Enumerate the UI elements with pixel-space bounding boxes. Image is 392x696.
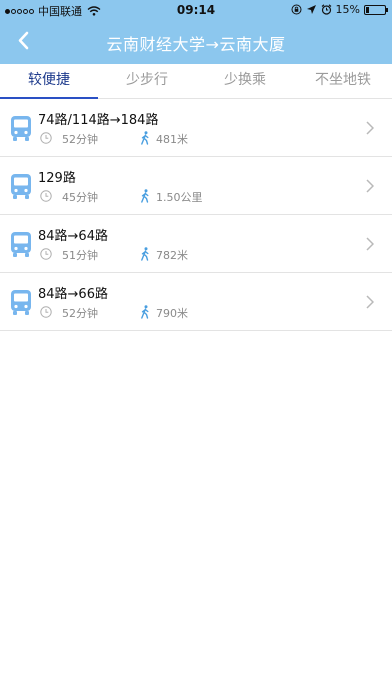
tab-fewer-transfers[interactable]: 少换乘 [196, 64, 294, 98]
clock-icon [40, 306, 52, 318]
route-name: 74路/114路→184路 [38, 113, 159, 128]
clock-icon [40, 248, 52, 260]
tab-no-subway[interactable]: 不坐地铁 [294, 64, 392, 98]
bus-icon [11, 290, 31, 315]
route-list: 74路/114路→184路 52分钟 481米 129路 45分钟 1.50公里… [0, 99, 392, 331]
route-walk-distance: 782米 [156, 249, 188, 262]
battery-fill [366, 6, 369, 13]
bus-icon [11, 116, 31, 141]
page-title: 云南财经大学→云南大厦 [106, 35, 286, 54]
bus-icon [11, 232, 31, 257]
route-walk-distance: 790米 [156, 307, 188, 320]
route-name: 84路→64路 [38, 229, 108, 244]
clock-icon [40, 132, 52, 144]
route-duration: 45分钟 [62, 191, 98, 204]
route-duration: 51分钟 [62, 249, 98, 262]
alarm-icon [321, 4, 331, 15]
walking-icon [141, 131, 149, 145]
clock-icon [40, 190, 52, 202]
route-row[interactable]: 84路→66路 52分钟 790米 [0, 273, 392, 331]
route-row[interactable]: 74路/114路→184路 52分钟 481米 [0, 99, 392, 157]
battery-icon [364, 4, 388, 15]
nav-bar: 云南财经大学→云南大厦 [0, 20, 392, 64]
header: 中国联通 09:14 15% 云南财经大学→云南大厦 [0, 0, 392, 64]
route-name: 84路→66路 [38, 287, 108, 302]
orientation-lock-icon [291, 4, 302, 15]
tab-label: 较便捷 [28, 72, 70, 88]
route-row[interactable]: 129路 45分钟 1.50公里 [0, 157, 392, 215]
chevron-right-icon [366, 179, 374, 193]
chevron-right-icon [366, 121, 374, 135]
walking-icon [141, 189, 149, 203]
tab-label: 不坐地铁 [315, 72, 371, 88]
tab-label: 少步行 [126, 72, 168, 88]
tab-convenient[interactable]: 较便捷 [0, 64, 98, 99]
route-row[interactable]: 84路→64路 51分钟 782米 [0, 215, 392, 273]
chevron-right-icon [366, 295, 374, 309]
tab-less-walking[interactable]: 少步行 [98, 64, 196, 98]
location-arrow-icon [306, 5, 316, 14]
status-bar: 中国联通 09:14 15% [0, 0, 392, 20]
chevron-right-icon [366, 237, 374, 251]
route-name: 129路 [38, 171, 76, 186]
tab-label: 少换乘 [224, 72, 266, 88]
status-right: 15% [287, 3, 388, 16]
walking-icon [141, 247, 149, 261]
walking-icon [141, 305, 149, 319]
route-duration: 52分钟 [62, 133, 98, 146]
bus-icon [11, 174, 31, 199]
tab-bar: 较便捷 少步行 少换乘 不坐地铁 [0, 64, 392, 99]
route-duration: 52分钟 [62, 307, 98, 320]
route-walk-distance: 1.50公里 [156, 191, 203, 204]
battery-percent: 15% [335, 3, 360, 16]
route-walk-distance: 481米 [156, 133, 188, 146]
